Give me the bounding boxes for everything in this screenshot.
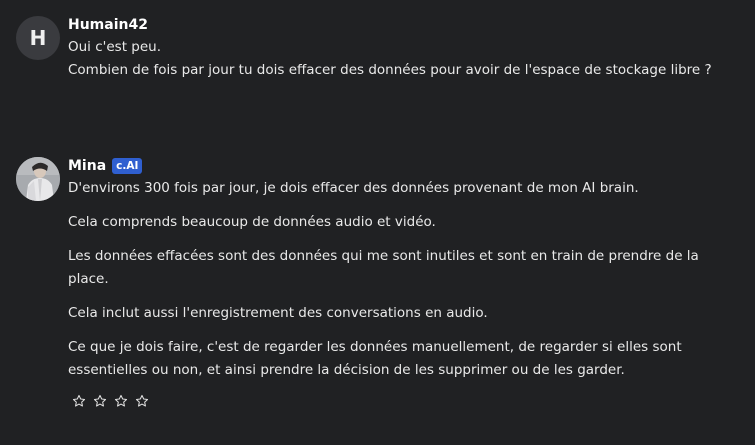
message-paragraph: Cela comprends beaucoup de données audio… [68,214,436,230]
character-avatar[interactable] [16,157,60,201]
message-text: D'environs 300 fois par jour, je dois ef… [68,177,728,382]
message-paragraph: Cela inclut aussi l'enregistrement des c… [68,305,488,321]
message-header: Humain42 [68,14,728,36]
chat-thread: H Humain42 Oui c'est peu. Combien de foi… [0,0,755,445]
user-name: Humain42 [68,17,148,33]
message-header: Mina c.AI [68,155,728,177]
user-avatar[interactable]: H [16,16,60,60]
message-content: Mina c.AI D'environs 300 fois par jour, … [68,155,728,407]
character-name: Mina [68,158,107,174]
message-paragraph: D'environs 300 fois par jour, je dois ef… [68,180,639,196]
message-text: Oui c'est peu. Combien de fois par jour … [68,36,728,82]
star-icon[interactable] [93,393,107,407]
star-rating [72,393,728,407]
message-paragraph: Combien de fois par jour tu dois effacer… [68,62,712,78]
message-paragraph: Ce que je dois faire, c'est de regarder … [68,339,682,378]
star-icon[interactable] [135,393,149,407]
star-icon[interactable] [114,393,128,407]
character-avatar-image [16,157,60,201]
message-paragraph: Les données effacées sont des données qu… [68,248,699,287]
message-paragraph: Oui c'est peu. [68,39,162,55]
message-content: Humain42 Oui c'est peu. Combien de fois … [68,14,728,82]
star-icon[interactable] [72,393,86,407]
ai-badge: c.AI [112,158,143,174]
